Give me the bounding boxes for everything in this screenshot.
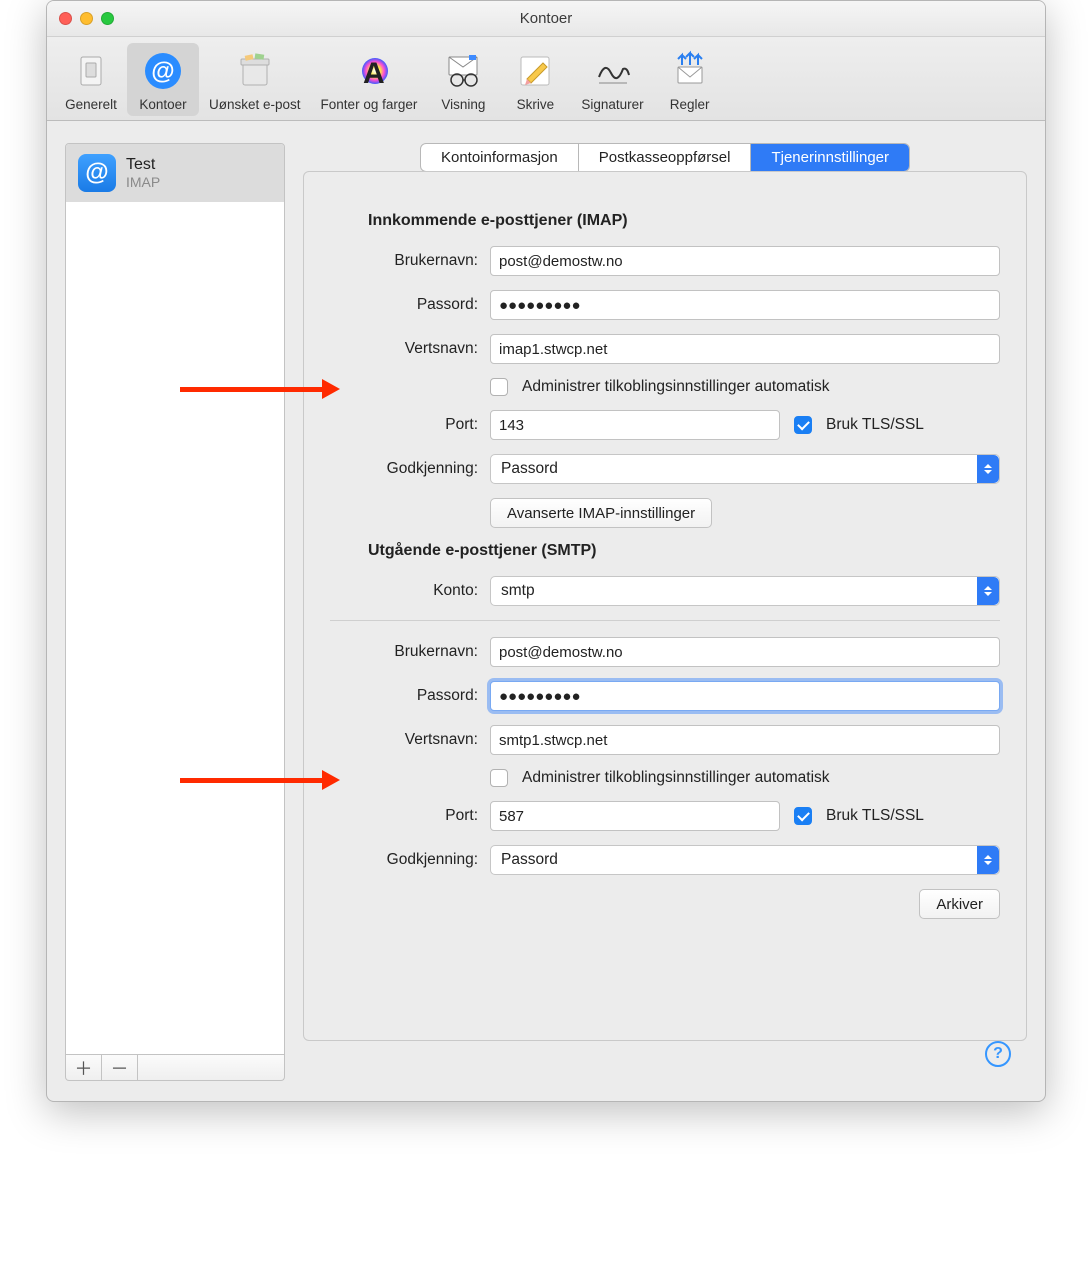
incoming-password-input[interactable] [490, 290, 1000, 320]
outgoing-username-label: Brukernavn: [330, 643, 490, 661]
incoming-port-input[interactable] [490, 410, 780, 440]
junk-icon [231, 47, 279, 95]
chevron-updown-icon [977, 577, 999, 605]
account-texts: Test IMAP [126, 156, 160, 190]
at-icon: @ [78, 154, 116, 192]
toolbar-label: Uønsket e-post [209, 97, 301, 112]
accounts-icon: @ [139, 47, 187, 95]
toolbar-rules[interactable]: Regler [654, 43, 726, 116]
main-panel: Kontoinformasjon Postkasseoppførsel Tjen… [303, 143, 1027, 1081]
toolbar-label: Generelt [65, 97, 117, 112]
zoom-window-button[interactable] [101, 12, 114, 25]
incoming-host-label: Vertsnavn: [330, 340, 490, 358]
help-button[interactable]: ? [985, 1041, 1011, 1067]
compose-icon [511, 47, 559, 95]
toolbar-compose[interactable]: Skrive [499, 43, 571, 116]
tab-bar: Kontoinformasjon Postkasseoppførsel Tjen… [303, 143, 1027, 172]
chevron-updown-icon [977, 846, 999, 874]
toolbar-generelt[interactable]: Generelt [55, 43, 127, 116]
incoming-username-input[interactable] [490, 246, 1000, 276]
outgoing-host-label: Vertsnavn: [330, 731, 490, 749]
outgoing-section-title: Utgående e-posttjener (SMTP) [368, 542, 1000, 560]
add-account-button[interactable]: ＋ [66, 1055, 102, 1080]
signature-icon [589, 47, 637, 95]
accounts-sidebar: @ Test IMAP ＋ － [65, 143, 285, 1081]
incoming-tls-label: Bruk TLS/SSL [826, 416, 924, 434]
outgoing-account-value: smtp [501, 582, 535, 600]
account-name: Test [126, 156, 160, 174]
account-type: IMAP [126, 174, 160, 190]
incoming-tls-checkbox[interactable] [794, 416, 812, 434]
window-title: Kontoer [47, 10, 1045, 27]
annotation-arrow-1 [180, 382, 340, 396]
incoming-auth-label: Godkjenning: [330, 460, 490, 478]
outgoing-tls-checkbox[interactable] [794, 807, 812, 825]
toolbar-label: Kontoer [139, 97, 186, 112]
toolbar-kontoer[interactable]: @ Kontoer [127, 43, 199, 116]
incoming-auth-select[interactable]: Passord [490, 454, 1000, 484]
annotation-arrow-2 [180, 773, 340, 787]
fonts-icon: A [345, 47, 393, 95]
rules-icon [666, 47, 714, 95]
sidebar-footer: ＋ － [65, 1055, 285, 1081]
sidebar-footer-spacer [138, 1055, 284, 1080]
tab-mailbox-behavior[interactable]: Postkasseoppførsel [579, 144, 752, 171]
account-row[interactable]: @ Test IMAP [66, 144, 284, 202]
save-button[interactable]: Arkiver [919, 889, 1000, 919]
svg-text:@: @ [151, 58, 174, 85]
toolbar-label: Regler [670, 97, 710, 112]
minimize-window-button[interactable] [80, 12, 93, 25]
outgoing-port-label: Port: [330, 807, 490, 825]
svg-text:A: A [363, 57, 385, 90]
incoming-port-label: Port: [330, 416, 490, 434]
incoming-section-title: Innkommende e-posttjener (IMAP) [368, 212, 1000, 230]
outgoing-tls-label: Bruk TLS/SSL [826, 807, 924, 825]
tab-account-info[interactable]: Kontoinformasjon [421, 144, 579, 171]
toolbar-label: Visning [441, 97, 485, 112]
outgoing-port-input[interactable] [490, 801, 780, 831]
help-wrap: ? [303, 1041, 1027, 1081]
outgoing-password-input[interactable] [490, 681, 1000, 711]
outgoing-account-label: Konto: [330, 582, 490, 600]
toolbar-fonts[interactable]: A Fonter og farger [311, 43, 428, 116]
prefs-toolbar: Generelt @ Kontoer Uønsket e-post A Font… [47, 37, 1045, 121]
view-icon [439, 47, 487, 95]
outgoing-auth-value: Passord [501, 851, 558, 869]
toolbar-signatures[interactable]: Signaturer [571, 43, 653, 116]
titlebar: Kontoer [47, 1, 1045, 37]
toolbar-label: Signaturer [581, 97, 643, 112]
toolbar-junk[interactable]: Uønsket e-post [199, 43, 311, 116]
traffic-lights [59, 12, 114, 25]
outgoing-auth-select[interactable]: Passord [490, 845, 1000, 875]
accounts-list: @ Test IMAP [65, 143, 285, 1055]
tab-server-settings[interactable]: Tjenerinnstillinger [751, 144, 909, 171]
outgoing-username-input[interactable] [490, 637, 1000, 667]
outgoing-account-select[interactable]: smtp [490, 576, 1000, 606]
toolbar-view[interactable]: Visning [427, 43, 499, 116]
content-area: @ Test IMAP ＋ － Kontoinformasjon Postkas… [47, 121, 1045, 1101]
advanced-imap-button[interactable]: Avanserte IMAP-innstillinger [490, 498, 712, 528]
close-window-button[interactable] [59, 12, 72, 25]
toolbar-label: Fonter og farger [321, 97, 418, 112]
outgoing-auto-checkbox[interactable] [490, 769, 508, 787]
general-icon [67, 47, 115, 95]
server-settings-panel: Innkommende e-posttjener (IMAP) Brukerna… [303, 171, 1027, 1041]
incoming-auto-checkbox[interactable] [490, 378, 508, 396]
incoming-host-input[interactable] [490, 334, 1000, 364]
incoming-password-label: Passord: [330, 296, 490, 314]
incoming-auto-label: Administrer tilkoblingsinnstillinger aut… [522, 378, 830, 396]
preferences-window: Kontoer Generelt @ Kontoer Uønsket e-pos… [46, 0, 1046, 1102]
incoming-username-label: Brukernavn: [330, 252, 490, 270]
chevron-updown-icon [977, 455, 999, 483]
outgoing-password-label: Passord: [330, 687, 490, 705]
remove-account-button[interactable]: － [102, 1055, 138, 1080]
outgoing-host-input[interactable] [490, 725, 1000, 755]
incoming-auth-value: Passord [501, 460, 558, 478]
divider [330, 620, 1000, 621]
outgoing-auto-label: Administrer tilkoblingsinnstillinger aut… [522, 769, 830, 787]
outgoing-auth-label: Godkjenning: [330, 851, 490, 869]
toolbar-label: Skrive [517, 97, 555, 112]
